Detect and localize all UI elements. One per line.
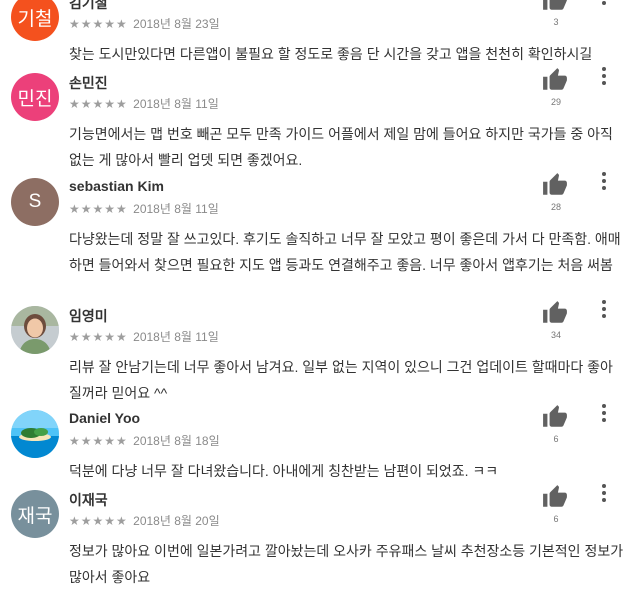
star-rating: ★★★★★ [69,434,128,448]
review-text: 다냥왔는데 정말 잘 쓰고있다. 후기도 솔직하고 너무 잘 모았고 평이 좋은… [69,231,621,273]
review-date: 2018년 8월 11일 [133,202,219,216]
avatar: 재국 [11,490,59,538]
profile-photo [11,306,59,354]
like-count: 28 [550,202,561,212]
reviewer-name: Daniel Yoo [69,410,141,426]
review-date: 2018년 8월 20일 [133,514,220,528]
review-date: 2018년 8월 23일 [133,17,220,31]
profile-photo [11,410,59,458]
like-count: 6 [553,434,559,444]
review-date: 2018년 8월 18일 [133,434,220,448]
like-count: 3 [553,17,559,27]
avatar: S [11,178,59,226]
star-rating: ★★★★★ [69,330,128,344]
reviewer-name: 김기철 [69,0,108,11]
avatar: 기철 [11,0,59,41]
rating-line: ★★★★★ 2018년 8월 18일 [69,432,220,449]
more-options-icon[interactable] [597,482,611,504]
more-options-icon[interactable] [597,402,611,424]
more-options-icon[interactable] [597,298,611,320]
avatar-initials: 민진 [17,88,53,110]
review-text: 리뷰 잘 안남기는데 너무 좋아서 남겨요. 일부 없는 지역이 있으니 그건 … [69,359,613,401]
avatar-initials: S [28,191,42,212]
avatar-initials: 재국 [17,505,53,527]
thumbs-up-icon[interactable] [541,300,571,328]
star-rating: ★★★★★ [69,202,128,216]
rating-line: ★★★★★ 2018년 8월 11일 [69,328,219,345]
thumbs-up-icon[interactable] [541,172,571,200]
reviewer-name: sebastian Kim [69,178,164,194]
review-date: 2018년 8월 11일 [133,330,219,344]
reviewer-name: 이재국 [69,492,108,508]
reviewer-name: 임영미 [69,308,108,324]
thumbs-up-icon[interactable] [541,404,571,432]
avatar-initials: 기철 [17,8,53,30]
avatar: 민진 [11,73,59,121]
like-count: 34 [550,330,561,340]
review-text: 정보가 많아요 이번에 일본가려고 깔아놨는데 오사카 주유패스 날씨 추천장소… [69,543,624,585]
star-rating: ★★★★★ [69,17,128,31]
rating-line: ★★★★★ 2018년 8월 20일 [69,512,220,529]
avatar [11,410,59,458]
thumbs-up-icon[interactable] [541,0,571,15]
review-date: 2018년 8월 11일 [133,97,219,111]
rating-line: ★★★★★ 2018년 8월 11일 [69,200,219,217]
like-count: 6 [553,514,559,524]
more-options-icon[interactable] [597,170,611,192]
rating-line: ★★★★★ 2018년 8월 23일 [69,15,220,32]
more-options-icon[interactable] [597,0,611,7]
review-text: 기능면에서는 맵 번호 빼곤 모두 만족 가이드 어플에서 제일 맘에 들어요 … [69,126,613,168]
more-options-icon[interactable] [597,65,611,87]
thumbs-up-icon[interactable] [541,484,571,512]
thumbs-up-icon[interactable] [541,67,571,95]
review-text: 찾는 도시만있다면 다른앱이 불필요 할 정도로 좋음 단 시간을 갖고 앱을 … [69,46,593,62]
like-count: 29 [550,97,561,107]
rating-line: ★★★★★ 2018년 8월 11일 [69,95,219,112]
review-text: 덕분에 다냥 너무 잘 다녀왔습니다. 아내에게 칭찬받는 남편이 되었죠. ㅋ… [69,463,499,479]
avatar [11,306,59,354]
star-rating: ★★★★★ [69,97,128,111]
star-rating: ★★★★★ [69,514,128,528]
reviewer-name: 손민진 [69,75,108,91]
